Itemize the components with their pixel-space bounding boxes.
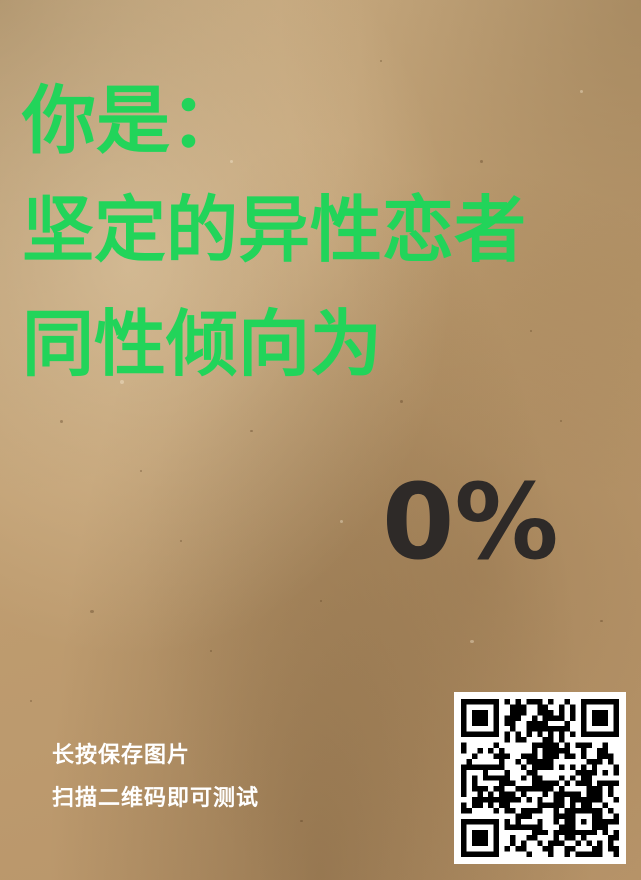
instruction-save-image: 长按保存图片: [52, 743, 191, 768]
headline-line-3: 同性倾向为: [22, 302, 383, 386]
headline-line-1: 你是：: [22, 78, 244, 164]
instruction-scan-qr: 扫描二维码即可测试: [52, 786, 260, 811]
result-percentage: 0%: [382, 461, 559, 583]
headline-line-2: 坚定的异性恋者: [22, 188, 527, 272]
qr-code-icon: [461, 699, 619, 857]
qr-code[interactable]: [454, 692, 626, 864]
